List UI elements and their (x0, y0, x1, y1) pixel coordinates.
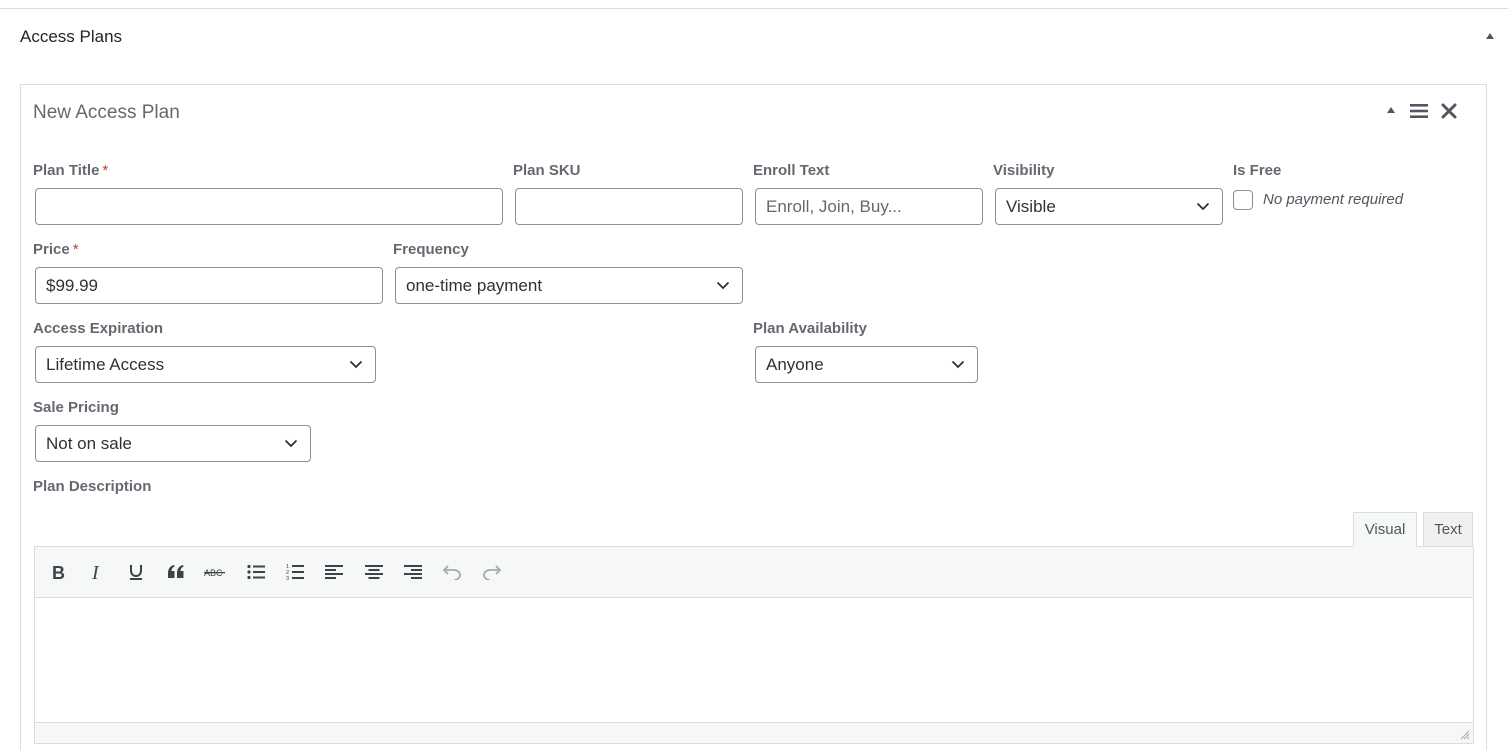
bullet-list-icon[interactable] (244, 560, 268, 584)
plan-title-input[interactable] (35, 188, 503, 225)
sale-pricing-select[interactable]: Not on sale (35, 425, 311, 462)
frequency-select[interactable]: one-time payment (395, 267, 743, 304)
editor-toolbar: B I ABC 123 (35, 547, 1473, 598)
chevron-down-icon (284, 439, 298, 448)
visibility-label: Visibility (993, 162, 1055, 179)
close-icon[interactable] (1440, 102, 1458, 120)
svg-text:I: I (91, 564, 100, 581)
enroll-text-input[interactable]: Enroll, Join, Buy... (755, 188, 983, 225)
strikethrough-icon[interactable]: ABC (203, 560, 227, 584)
price-label: Price * (33, 241, 79, 258)
enroll-text-label: Enroll Text (753, 162, 830, 179)
triangle-up-icon[interactable] (1484, 30, 1496, 42)
align-right-icon[interactable] (401, 560, 425, 584)
chevron-down-icon (1196, 202, 1210, 211)
access-expiration-label: Access Expiration (33, 320, 164, 337)
editor-statusbar (35, 722, 1473, 743)
visibility-selected: Visible (1006, 197, 1056, 216)
align-left-icon[interactable] (322, 560, 346, 584)
access-expiration-selected: Lifetime Access (46, 355, 165, 374)
is-free-note: No payment required (1263, 191, 1404, 208)
plan-panel-title: New Access Plan (33, 102, 180, 123)
plan-availability-select[interactable]: Anyone (755, 346, 978, 383)
sale-pricing-selected: Not on sale (46, 434, 132, 453)
access-expiration-select[interactable]: Lifetime Access (35, 346, 376, 383)
required-marker: * (102, 162, 109, 179)
price-label-text: Price (33, 241, 70, 258)
sale-pricing-label: Sale Pricing (33, 399, 119, 416)
plan-availability-selected: Anyone (766, 355, 824, 374)
price-input[interactable]: $99.99 (35, 267, 383, 304)
visibility-select[interactable]: Visible (995, 188, 1223, 225)
bold-icon[interactable]: B (46, 560, 70, 584)
plan-availability-label: Plan Availability (753, 320, 867, 337)
redo-icon[interactable] (480, 560, 504, 584)
plan-title-label-text: Plan Title (33, 162, 100, 179)
align-center-icon[interactable] (362, 560, 386, 584)
editor-content-area[interactable] (35, 599, 1473, 723)
collapse-icon[interactable] (1385, 104, 1397, 116)
chevron-down-icon (951, 360, 965, 369)
plan-title-label: Plan Title * (33, 162, 108, 179)
underline-icon[interactable] (124, 560, 148, 584)
resize-handle-icon[interactable] (1460, 730, 1470, 740)
required-marker: * (72, 241, 79, 258)
chevron-down-icon (716, 281, 730, 290)
plan-sku-label: Plan SKU (513, 162, 581, 179)
is-free-checkbox[interactable] (1233, 190, 1253, 210)
undo-icon[interactable] (440, 560, 464, 584)
frequency-selected: one-time payment (406, 276, 543, 295)
numbered-list-icon[interactable]: 123 (283, 560, 307, 584)
rich-text-editor: B I ABC 123 (34, 546, 1474, 744)
plan-sku-input[interactable] (515, 188, 743, 225)
tab-text[interactable]: Text (1423, 512, 1473, 547)
italic-icon[interactable]: I (85, 560, 109, 584)
plan-description-label: Plan Description (33, 478, 152, 495)
blockquote-icon[interactable] (164, 560, 188, 584)
metabox-title: Access Plans (20, 27, 123, 46)
chevron-down-icon (349, 360, 363, 369)
tab-visual[interactable]: Visual (1353, 512, 1417, 547)
menu-icon[interactable] (1409, 102, 1429, 120)
svg-text:3: 3 (286, 576, 289, 581)
is-free-label: Is Free (1233, 162, 1282, 179)
frequency-label: Frequency (393, 241, 469, 258)
svg-text:B: B (52, 564, 65, 581)
